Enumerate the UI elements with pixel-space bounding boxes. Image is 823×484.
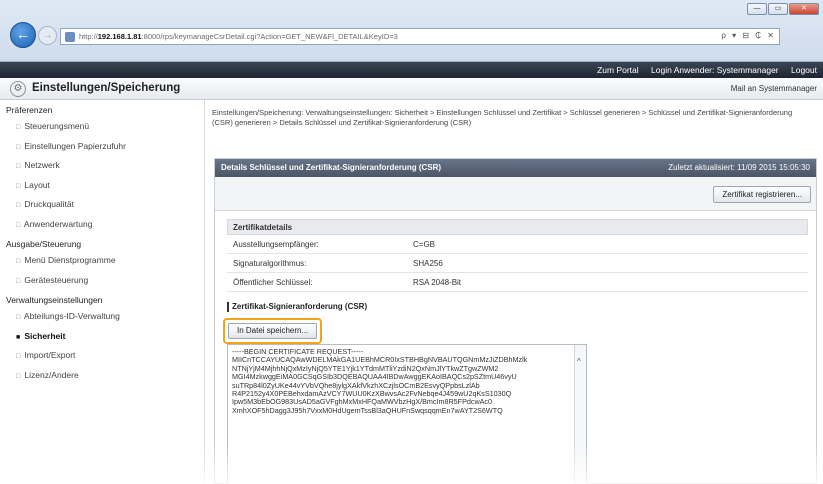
bullet-icon: □ <box>16 182 21 190</box>
csr-scrollbar[interactable]: ^ <box>574 345 586 484</box>
sidebar-group-management: Verwaltungseinstellungen □ Abteilungs-ID… <box>0 293 204 385</box>
sidebar-group-title: Verwaltungseinstellungen <box>6 295 103 305</box>
close-window-button[interactable]: ✕ <box>789 3 819 15</box>
detail-key: Ausstellungsempfänger: <box>233 240 319 249</box>
forward-arrow-icon[interactable]: → <box>38 26 57 45</box>
bullet-icon: □ <box>16 353 21 360</box>
sidebar-group-title: Ausgabe/Steuerung <box>6 239 82 249</box>
sidebar-item-user-maintenance[interactable]: □ Anwenderwartung <box>6 215 204 235</box>
sidebar-item-department-id[interactable]: □ Abteilungs-ID-Verwaltung <box>6 307 204 327</box>
csr-details-panel: Details Schlüssel und Zertifikat-Signier… <box>214 158 817 484</box>
detail-key: Signaturalgorithmus: <box>233 259 307 268</box>
detail-value: SHA256 <box>413 259 443 268</box>
detail-row-signature: Signaturalgorithmus: SHA256 <box>227 254 808 273</box>
bullet-icon: □ <box>16 221 21 229</box>
page-header: ⚙ Einstellungen/Speicherung Mail an Syst… <box>0 78 823 100</box>
url-text: http://192.168.1.81:8000/rps/keymanageCs… <box>79 32 398 41</box>
sidebar-item-paper-source[interactable]: □ Einstellungen Papierzufuhr <box>6 137 204 157</box>
save-to-file-button[interactable]: In Datei speichern... <box>228 323 318 339</box>
save-button-highlight: In Datei speichern... <box>223 318 323 344</box>
login-user-label: Login Anwender: Systemmanager <box>651 65 779 75</box>
sidebar-group-title: Präferenzen <box>6 105 53 115</box>
portal-bar: Zum Portal Login Anwender: Systemmanager… <box>0 62 823 78</box>
panel-header: Details Schlüssel und Zertifikat-Signier… <box>215 159 816 177</box>
breadcrumb: Einstellungen/Speicherung: Verwaltungsei… <box>212 108 793 127</box>
portal-link[interactable]: Zum Portal <box>597 65 639 75</box>
mail-to-admin-link[interactable]: Mail an Systemmanager <box>731 84 817 93</box>
back-arrow-icon[interactable]: ← <box>10 22 36 48</box>
address-bar[interactable]: http://192.168.1.81:8000/rps/keymanageCs… <box>60 28 780 45</box>
detail-value: C=GB <box>413 240 436 249</box>
bullet-icon: □ <box>16 277 21 285</box>
sidebar-item-utility-menu[interactable]: □ Menü Dienstprogramme <box>6 251 204 271</box>
address-tools-icon[interactable]: ρ ▾ ⊟ ₵ ✕ <box>721 31 776 40</box>
bullet-icon: □ <box>16 258 21 265</box>
sidebar: Präferenzen □ Steuerungsmenü □ Einstellu… <box>0 100 205 484</box>
sidebar-item-device-control[interactable]: □ Gerätesteuerung <box>6 271 204 291</box>
detail-row-public-key: Öffentlicher Schlüssel: RSA 2048-Bit <box>227 273 808 292</box>
bullet-icon: □ <box>16 202 21 209</box>
sidebar-item-network[interactable]: □ Netzwerk <box>6 156 204 176</box>
main-content: Einstellungen/Speicherung: Verwaltungsei… <box>212 100 818 484</box>
sidebar-item-print-quality[interactable]: □ Druckqualität <box>6 195 204 215</box>
certificate-details-heading: Zertifikatdetails <box>227 219 808 235</box>
site-icon <box>65 32 75 42</box>
sidebar-group-preferences: Präferenzen □ Steuerungsmenü □ Einstellu… <box>0 103 204 234</box>
sidebar-group-output: Ausgabe/Steuerung □ Menü Dienstprogramme… <box>0 237 204 290</box>
maximize-button[interactable]: ▭ <box>768 3 788 15</box>
sidebar-item-import-export[interactable]: □ Import/Export <box>6 346 204 366</box>
tab-bar <box>0 48 823 62</box>
minimize-button[interactable]: — <box>747 3 767 15</box>
bullet-icon: □ <box>16 372 21 380</box>
bullet-icon: ■ <box>16 333 21 341</box>
browser-chrome: — ▭ ✕ ← → http://192.168.1.81:8000/rps/k… <box>0 0 823 62</box>
detail-row-issuer: Ausstellungsempfänger: C=GB <box>227 235 808 254</box>
csr-text: -----BEGIN CERTIFICATE REQUEST----- MIIC… <box>232 347 528 415</box>
sidebar-item-control-menu[interactable]: □ Steuerungsmenü <box>6 117 204 137</box>
page-title: Einstellungen/Speicherung <box>32 82 181 94</box>
register-row: Zertifikat registrieren... <box>215 177 816 211</box>
portal-bar-links: Zum Portal Login Anwender: Systemmanager… <box>587 65 817 75</box>
bullet-icon: □ <box>16 314 21 321</box>
csr-heading: Zertifikat-Signieranforderung (CSR) <box>227 302 808 312</box>
detail-key: Öffentlicher Schlüssel: <box>233 278 313 287</box>
bullet-icon: □ <box>16 124 21 131</box>
detail-value: RSA 2048-Bit <box>413 278 462 287</box>
sidebar-item-license-other[interactable]: □ Lizenz/Andere <box>6 366 204 386</box>
panel-title: Details Schlüssel und Zertifikat-Signier… <box>221 163 442 172</box>
sidebar-item-layout[interactable]: □ Layout <box>6 176 204 196</box>
bullet-icon: □ <box>16 163 21 170</box>
last-updated-text: Zuletzt aktualisiert: 11/09 2015 15:05:3… <box>668 163 810 172</box>
register-certificate-button[interactable]: Zertifikat registrieren... <box>713 186 811 203</box>
scroll-up-icon[interactable]: ^ <box>577 357 581 366</box>
settings-gear-icon: ⚙ <box>10 81 26 97</box>
csr-textarea[interactable]: -----BEGIN CERTIFICATE REQUEST----- MIIC… <box>227 344 587 484</box>
window-controls: — ▭ ✕ <box>747 3 819 15</box>
logout-link[interactable]: Logout <box>791 65 817 75</box>
bullet-icon: □ <box>16 143 21 151</box>
sidebar-item-security[interactable]: ■ Sicherheit <box>6 327 204 347</box>
